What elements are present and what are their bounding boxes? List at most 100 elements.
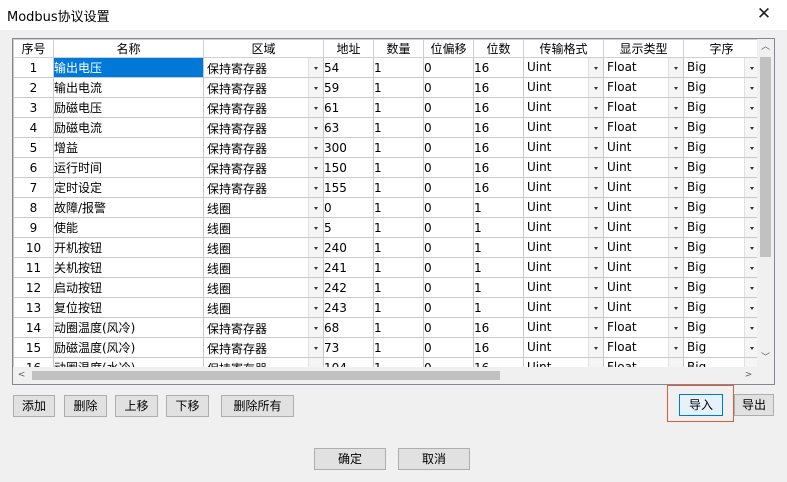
table-row[interactable]: 15 励磁温度(风冷) 保持寄存器 73 1 0 16 Uint Float Big <box>13 337 760 358</box>
byte-order-combo[interactable]: Big <box>683 257 760 278</box>
table-row[interactable]: 12 启动按钮 线圈 242 1 0 1 Uint Uint Big <box>13 277 760 298</box>
dropdown-arrow-icon[interactable] <box>668 198 683 217</box>
name-cell[interactable]: 励磁电流 <box>53 117 204 138</box>
name-cell[interactable]: 关机按钮 <box>53 257 204 278</box>
column-header[interactable]: 地址 <box>323 39 374 58</box>
display-type-combo[interactable]: Float <box>603 317 684 338</box>
area-combo[interactable]: 线圈 <box>203 197 324 218</box>
address-cell[interactable]: 68 <box>323 317 374 338</box>
table-row[interactable]: 11 关机按钮 线圈 241 1 0 1 Uint Uint Big <box>13 257 760 278</box>
count-cell[interactable]: 1 <box>373 257 424 278</box>
bit-offset-cell[interactable]: 0 <box>423 317 474 338</box>
address-cell[interactable]: 61 <box>323 97 374 118</box>
close-icon[interactable]: ✕ <box>741 0 787 30</box>
byte-order-combo[interactable]: Big <box>683 57 760 78</box>
count-cell[interactable]: 1 <box>373 157 424 178</box>
display-type-combo[interactable]: Float <box>603 97 684 118</box>
dropdown-arrow-icon[interactable] <box>308 218 323 237</box>
area-combo[interactable]: 保持寄存器 <box>203 317 324 338</box>
display-type-combo[interactable]: Uint <box>603 217 684 238</box>
address-cell[interactable]: 240 <box>323 237 374 258</box>
name-cell[interactable]: 复位按钮 <box>53 297 204 318</box>
byte-order-combo[interactable]: Big <box>683 277 760 298</box>
horizontal-scroll-thumb[interactable] <box>32 371 500 380</box>
horizontal-scrollbar[interactable]: < > <box>13 367 774 384</box>
scroll-up-icon[interactable]: ︿ <box>757 39 774 56</box>
address-cell[interactable]: 300 <box>323 137 374 158</box>
table-row[interactable]: 6 运行时间 保持寄存器 150 1 0 16 Uint Uint Big <box>13 157 760 178</box>
dropdown-arrow-icon[interactable] <box>308 238 323 257</box>
byte-order-combo[interactable]: Big <box>683 237 760 258</box>
dropdown-arrow-icon[interactable] <box>668 118 683 137</box>
count-cell[interactable]: 1 <box>373 197 424 218</box>
scroll-right-icon[interactable]: > <box>740 367 757 384</box>
bits-cell[interactable]: 1 <box>473 237 524 258</box>
address-cell[interactable]: 242 <box>323 277 374 298</box>
byte-order-combo[interactable]: Big <box>683 157 760 178</box>
display-type-combo[interactable]: Uint <box>603 177 684 198</box>
scroll-down-icon[interactable]: ﹀ <box>757 350 774 367</box>
export-button[interactable]: 导出 <box>734 394 774 416</box>
format-combo[interactable]: Uint <box>523 137 604 158</box>
area-combo[interactable]: 保持寄存器 <box>203 97 324 118</box>
byte-order-combo[interactable]: Big <box>683 197 760 218</box>
bit-offset-cell[interactable]: 0 <box>423 137 474 158</box>
table-row[interactable]: 7 定时设定 保持寄存器 155 1 0 16 Uint Uint Big <box>13 177 760 198</box>
name-cell[interactable]: 开机按钮 <box>53 237 204 258</box>
format-combo[interactable]: Uint <box>523 197 604 218</box>
dropdown-arrow-icon[interactable] <box>588 138 603 157</box>
bit-offset-cell[interactable]: 0 <box>423 97 474 118</box>
dropdown-arrow-icon[interactable] <box>588 178 603 197</box>
column-header[interactable]: 位数 <box>473 39 524 58</box>
count-cell[interactable]: 1 <box>373 77 424 98</box>
bit-offset-cell[interactable]: 0 <box>423 277 474 298</box>
byte-order-combo[interactable]: Big <box>683 77 760 98</box>
bit-offset-cell[interactable]: 0 <box>423 57 474 78</box>
byte-order-combo[interactable]: Big <box>683 137 760 158</box>
bits-cell[interactable]: 1 <box>473 197 524 218</box>
column-header[interactable]: 字序 <box>683 39 760 58</box>
dropdown-arrow-icon[interactable] <box>668 98 683 117</box>
move-down-button[interactable]: 下移 <box>166 395 209 417</box>
name-cell[interactable]: 使能 <box>53 217 204 238</box>
byte-order-combo[interactable]: Big <box>683 97 760 118</box>
name-cell[interactable]: 运行时间 <box>53 157 204 178</box>
name-cell[interactable]: 故障/报警 <box>53 197 204 218</box>
bits-cell[interactable]: 16 <box>473 137 524 158</box>
vertical-scroll-thumb[interactable] <box>760 57 771 257</box>
dropdown-arrow-icon[interactable] <box>308 78 323 97</box>
ok-button[interactable]: 确定 <box>314 448 386 470</box>
scroll-left-icon[interactable]: < <box>13 367 30 384</box>
table-row[interactable]: 9 使能 线圈 5 1 0 1 Uint Uint Big <box>13 217 760 238</box>
area-combo[interactable]: 保持寄存器 <box>203 77 324 98</box>
byte-order-combo[interactable]: Big <box>683 217 760 238</box>
byte-order-combo[interactable]: Big <box>683 117 760 138</box>
table-row[interactable]: 2 输出电流 保持寄存器 59 1 0 16 Uint Float Big <box>13 77 760 98</box>
address-cell[interactable]: 73 <box>323 337 374 358</box>
area-combo[interactable]: 线圈 <box>203 217 324 238</box>
dropdown-arrow-icon[interactable] <box>668 318 683 337</box>
dropdown-arrow-icon[interactable] <box>588 338 603 357</box>
name-cell[interactable]: 动圈温度(风冷) <box>53 317 204 338</box>
display-type-combo[interactable]: Uint <box>603 137 684 158</box>
column-header[interactable]: 序号 <box>13 39 54 58</box>
column-header[interactable]: 数量 <box>373 39 424 58</box>
format-combo[interactable]: Uint <box>523 57 604 78</box>
display-type-combo[interactable]: Float <box>603 77 684 98</box>
format-combo[interactable]: Uint <box>523 277 604 298</box>
format-combo[interactable]: Uint <box>523 177 604 198</box>
name-cell[interactable]: 励磁温度(风冷) <box>53 337 204 358</box>
address-cell[interactable]: 155 <box>323 177 374 198</box>
column-header[interactable]: 区域 <box>203 39 324 58</box>
display-type-combo[interactable]: Uint <box>603 197 684 218</box>
format-combo[interactable]: Uint <box>523 97 604 118</box>
area-combo[interactable]: 保持寄存器 <box>203 177 324 198</box>
delete-button[interactable]: 删除 <box>64 395 107 417</box>
count-cell[interactable]: 1 <box>373 277 424 298</box>
table-row[interactable]: 1 输出电压 保持寄存器 54 1 0 16 Uint Float Big <box>13 57 760 78</box>
table-row[interactable]: 3 励磁电压 保持寄存器 61 1 0 16 Uint Float Big <box>13 97 760 118</box>
bit-offset-cell[interactable]: 0 <box>423 257 474 278</box>
dropdown-arrow-icon[interactable] <box>588 58 603 77</box>
bits-cell[interactable]: 16 <box>473 337 524 358</box>
column-header[interactable]: 传输格式 <box>523 39 604 58</box>
